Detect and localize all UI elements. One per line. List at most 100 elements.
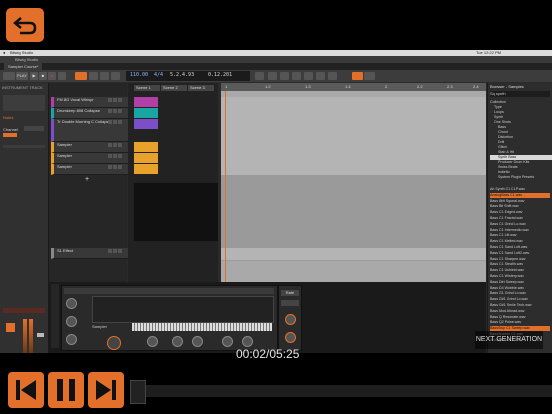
browser-file[interactable]: Bass Q2 Pulse.wav [490, 320, 550, 325]
volume-fader[interactable] [37, 333, 44, 337]
position-time: 0.12.201 [208, 72, 233, 78]
automation-button[interactable] [75, 72, 87, 80]
scene-header[interactable]: Scene 1 [134, 85, 160, 91]
empty-scene-area [134, 183, 218, 241]
mod-amount-knob[interactable] [285, 314, 296, 325]
browser-file[interactable]: Bass C1 Sharpen.wav [490, 257, 550, 262]
browser-file[interactable]: Bass Mod Ahead.wav [490, 309, 550, 314]
groove-button[interactable] [111, 72, 120, 80]
browser-file[interactable]: Bass G1 Grind Lo.wav [490, 291, 550, 296]
next-button[interactable] [88, 372, 124, 408]
browser-file[interactable]: Bass D4 Wobble.wav [490, 286, 550, 291]
scene-header[interactable]: Scene 2 [161, 85, 187, 91]
clip-slot[interactable] [134, 97, 158, 107]
progress-thumb[interactable] [130, 380, 147, 404]
browser-file[interactable]: Bass Bit Shift.wav [490, 204, 550, 209]
arranger-lane[interactable] [221, 248, 486, 261]
file-button[interactable] [3, 72, 15, 80]
channel-select[interactable] [24, 126, 44, 131]
browser-file[interactable]: Bass 8bit Squeal.wav [490, 199, 550, 204]
browser-category[interactable]: System Plugin Presets [490, 175, 552, 180]
record-arm-button[interactable] [6, 323, 15, 332]
arranger-lane[interactable] [221, 119, 486, 143]
pause-icon [57, 379, 75, 401]
draw-tool-button[interactable] [328, 72, 337, 80]
browser-file[interactable]: Bass Dirt Sweep.wav [490, 280, 550, 285]
tab-project[interactable]: Sampler Course* [4, 63, 43, 70]
clip-slot[interactable] [134, 119, 158, 129]
resonance-knob[interactable] [172, 336, 183, 347]
track-row[interactable]: FM 8G Vocal Whispr [51, 97, 128, 108]
glide-knob[interactable] [66, 316, 77, 327]
keyboard-zone-editor[interactable] [132, 323, 272, 331]
arrange-view-button[interactable] [352, 72, 363, 80]
snap-button[interactable] [268, 72, 277, 80]
inspector-header: INSTRUMENT TRACK [2, 85, 43, 90]
track-row[interactable]: Tr Double Morning C Collapse [51, 119, 128, 142]
browser-file[interactable]: Bass C1 Fractal.wav [490, 216, 550, 221]
timeline-ruler[interactable]: 1 1.2 1.3 1.4 2 2.2 2.3 2.4 [221, 83, 486, 91]
play-button[interactable]: ▶ [30, 72, 38, 80]
sample-waveform-display[interactable] [92, 296, 274, 323]
browser-file[interactable]: Bass C1 Ushield.wav [490, 268, 550, 273]
browser-file[interactable]: Bass G#1 Smile Tech.wav [490, 303, 550, 308]
add-track-icon[interactable]: + [85, 176, 89, 183]
track-row[interactable]: Sampler [51, 153, 128, 164]
browser-search-input[interactable]: Sq synth [490, 91, 550, 97]
mod-select[interactable] [281, 300, 299, 306]
browser-file[interactable]: AnalogBass C1.wav [490, 192, 550, 198]
sampler-device: Sampler [61, 285, 278, 351]
browser-file[interactable]: Bass C1 Melted.wav [490, 239, 550, 244]
browser-file[interactable]: Ah Synth C1 CLP.wav [490, 187, 550, 192]
browser-file[interactable]: Bass C1 Wintery.wav [490, 274, 550, 279]
redo-button[interactable] [292, 72, 301, 80]
pitch-knob[interactable] [66, 298, 77, 309]
undo-button[interactable] [280, 72, 289, 80]
gain-knob[interactable] [66, 334, 77, 345]
zoom-button[interactable] [304, 72, 313, 80]
browser-file[interactable]: Bass G#1 Grind Lo.wav [490, 297, 550, 302]
browser-file[interactable]: Bass Q Resonate.wav [490, 315, 550, 320]
clip-slot[interactable] [134, 108, 158, 118]
mod-depth-knob[interactable] [285, 332, 296, 343]
overdub-button[interactable] [89, 72, 98, 80]
volume-knob[interactable] [107, 336, 121, 350]
browser-file[interactable]: Bass C1 Stealth.wav [490, 262, 550, 267]
browser-file[interactable]: Bass C1 Intermedio.wav [490, 228, 550, 233]
metronome-button[interactable] [100, 72, 109, 80]
mix-view-button[interactable] [364, 72, 375, 80]
browser-file[interactable]: Bass C1 Edged.wav [490, 210, 550, 215]
release-knob[interactable] [242, 336, 253, 347]
clip-slot[interactable] [134, 142, 158, 152]
filter-knob[interactable] [147, 336, 158, 347]
note-fx-toggle[interactable] [3, 133, 17, 137]
tempo-value[interactable]: 110.00 [130, 72, 148, 78]
track-row[interactable]: Drumkeep 808 Collapse [51, 108, 128, 119]
clip-slot[interactable] [134, 153, 158, 163]
browser-file[interactable]: Bass C1 Grind Lo.wav [490, 222, 550, 227]
back-button[interactable] [6, 8, 44, 42]
quantize-button[interactable] [255, 72, 264, 80]
track-row[interactable]: Sampler [51, 164, 128, 175]
browser-file[interactable]: Bass C1 Sand Loft.wav [490, 245, 550, 250]
effect-track-row[interactable]: S1 Effect [51, 248, 128, 259]
rate-button[interactable]: Rate [281, 290, 299, 296]
browser-file[interactable]: Bass C1 Sand Loft2.wav [490, 251, 550, 256]
progress-track[interactable] [136, 385, 552, 397]
play-mode-button[interactable]: PLAY [16, 72, 28, 80]
clip-slot[interactable] [134, 164, 158, 174]
mute-indicator[interactable] [3, 308, 45, 313]
record-button[interactable]: ● [48, 72, 56, 80]
previous-button[interactable] [8, 372, 44, 408]
time-signature[interactable]: 4/4 [154, 72, 163, 78]
track-row[interactable]: Sampler [51, 142, 128, 153]
env-amount-knob[interactable] [192, 336, 203, 347]
loop-button[interactable] [58, 72, 66, 80]
edit-tool-button[interactable] [316, 72, 325, 80]
stop-button[interactable]: ■ [39, 72, 47, 80]
attack-knob[interactable] [222, 336, 233, 347]
scene-header[interactable]: Scene 3 [188, 85, 214, 91]
pause-button[interactable] [48, 372, 84, 408]
browser-file[interactable]: Bass C1 Lilt.wav [490, 233, 550, 238]
ruler-mark: 1.2 [265, 84, 271, 89]
